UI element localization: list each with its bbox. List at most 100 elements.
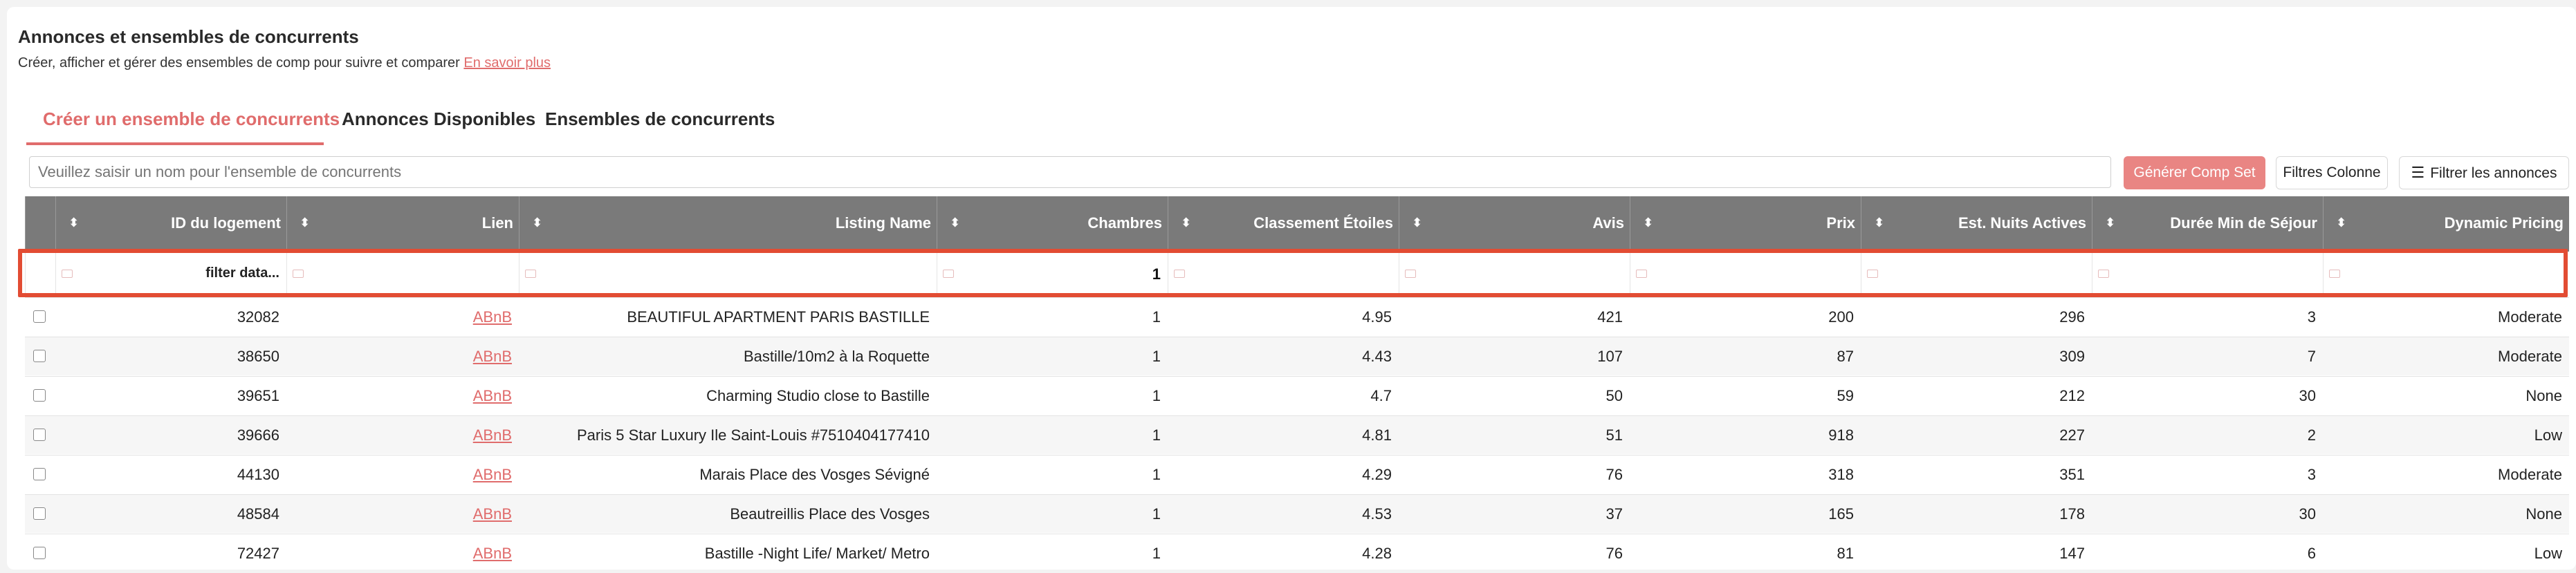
cell-reviews: 50 bbox=[1606, 387, 1623, 404]
header-star-rating[interactable]: ⬍ Classement Étoiles bbox=[1168, 196, 1399, 252]
cell-star-rating: 4.81 bbox=[1362, 426, 1392, 444]
cell-reviews: 421 bbox=[1597, 308, 1623, 326]
cell-listing-name: Bastille/10m2 à la Roquette bbox=[743, 348, 930, 365]
cell-id: 39651 bbox=[237, 387, 279, 404]
sort-icon: ⬍ bbox=[1643, 216, 1654, 229]
cell-active-nights: 227 bbox=[2059, 426, 2085, 444]
cell-star-rating: 4.43 bbox=[1362, 348, 1392, 365]
page-title: Annonces et ensembles de concurrents bbox=[18, 26, 359, 47]
header-price[interactable]: ⬍ Prix bbox=[1630, 196, 1861, 252]
cell-star-rating: 4.7 bbox=[1370, 387, 1392, 404]
cell-min-stay: 2 bbox=[2307, 426, 2316, 444]
learn-more-link[interactable]: En savoir plus bbox=[463, 55, 551, 71]
table-row[interactable]: 32082 ABnB BEAUTIFUL APARTMENT PARIS BASTI… bbox=[25, 297, 2569, 336]
cell-id: 44130 bbox=[237, 466, 279, 483]
filter-listings-button[interactable]: ☰ Filtrer les annonces bbox=[2399, 156, 2569, 189]
cell-link[interactable]: ABnB bbox=[286, 416, 519, 455]
header-active-nights[interactable]: ⬍ Est. Nuits Actives bbox=[1861, 196, 2092, 252]
tab-create-comp-set[interactable]: Créer un ensemble de concurrents bbox=[43, 109, 340, 130]
cell-link[interactable]: ABnB bbox=[286, 298, 519, 337]
cell-active-nights: 178 bbox=[2059, 505, 2085, 523]
cell-price: 165 bbox=[1828, 505, 1854, 523]
column-filters-button[interactable]: Filtres Colonne bbox=[2276, 156, 2388, 189]
table-header: ⬍ ID du logement ⬍ Lien ⬍ Listing Name ⬍ Cha… bbox=[25, 196, 2569, 252]
row-checkbox[interactable] bbox=[33, 310, 46, 323]
cell-listing-name: Charming Studio close to Bastille bbox=[706, 387, 930, 404]
cell-bedrooms: 1 bbox=[1152, 505, 1161, 523]
cell-id: 72427 bbox=[237, 545, 279, 562]
header-checkbox-col bbox=[25, 196, 55, 252]
cell-dynamic-pricing: Low bbox=[2534, 545, 2562, 562]
cell-bedrooms: 1 bbox=[1152, 426, 1161, 444]
tab-available-listings[interactable]: Annonces Disponibles bbox=[342, 109, 535, 130]
cell-min-stay: 3 bbox=[2307, 308, 2316, 326]
cell-active-nights: 309 bbox=[2059, 348, 2085, 365]
table-row[interactable]: 38650 ABnB Bastille/10m2 à la Roquette 1 4.4… bbox=[25, 337, 2569, 375]
cell-price: 87 bbox=[1837, 348, 1854, 365]
sort-icon: ⬍ bbox=[2105, 216, 2116, 229]
cell-link[interactable]: ABnB bbox=[286, 337, 519, 376]
row-checkbox[interactable] bbox=[33, 507, 46, 520]
row-checkbox[interactable] bbox=[33, 547, 46, 559]
cell-listing-name: Beautreillis Place des Vosges bbox=[730, 505, 930, 523]
cell-bedrooms: 1 bbox=[1152, 466, 1161, 483]
header-reviews[interactable]: ⬍ Avis bbox=[1399, 196, 1630, 252]
cell-link[interactable]: ABnB bbox=[286, 377, 519, 415]
filter-listings-label: Filtrer les annonces bbox=[2430, 165, 2557, 181]
cell-min-stay: 30 bbox=[2299, 387, 2316, 404]
cell-star-rating: 4.29 bbox=[1362, 466, 1392, 483]
cell-price: 81 bbox=[1837, 545, 1854, 562]
header-id[interactable]: ⬍ ID du logement bbox=[55, 196, 286, 252]
cell-reviews: 76 bbox=[1606, 545, 1623, 562]
row-checkbox[interactable] bbox=[33, 429, 46, 441]
sort-icon: ⬍ bbox=[300, 216, 311, 229]
sort-icon: ⬍ bbox=[68, 216, 80, 229]
cell-listing-name: Marais Place des Vosges Sévigné bbox=[699, 466, 930, 483]
header-listing-name[interactable]: ⬍ Listing Name bbox=[519, 196, 937, 252]
cell-listing-name: Bastille -Night Life/ Market/ Metro bbox=[704, 545, 930, 562]
table-row[interactable]: 39666 ABnB Paris 5 Star Luxury Ile Saint-L… bbox=[25, 415, 2569, 454]
cell-id: 39666 bbox=[237, 426, 279, 444]
cell-bedrooms: 1 bbox=[1152, 348, 1161, 365]
cell-id: 38650 bbox=[237, 348, 279, 365]
table-row[interactable]: 44130 ABnB Marais Place des Vosges Sévigné… bbox=[25, 455, 2569, 494]
header-dynamic-pricing[interactable]: ⬍ Dynamic Pricing bbox=[2323, 196, 2569, 252]
header-link[interactable]: ⬍ Lien bbox=[286, 196, 519, 252]
row-checkbox[interactable] bbox=[33, 468, 46, 480]
cell-dynamic-pricing: Moderate bbox=[2498, 348, 2562, 365]
cell-dynamic-pricing: None bbox=[2526, 387, 2562, 404]
cell-reviews: 51 bbox=[1606, 426, 1623, 444]
row-checkbox[interactable] bbox=[33, 389, 46, 402]
tab-comp-sets[interactable]: Ensembles de concurrents bbox=[545, 109, 775, 130]
cell-bedrooms: 1 bbox=[1152, 308, 1161, 326]
cell-dynamic-pricing: Moderate bbox=[2498, 308, 2562, 326]
sort-icon: ⬍ bbox=[1412, 216, 1423, 229]
comp-set-name-input[interactable] bbox=[29, 156, 2111, 188]
sort-icon: ⬍ bbox=[2336, 216, 2347, 229]
sort-icon: ⬍ bbox=[1181, 216, 1192, 229]
generate-comp-set-button[interactable]: Générer Comp Set bbox=[2124, 156, 2265, 189]
cell-active-nights: 147 bbox=[2059, 545, 2085, 562]
cell-dynamic-pricing: Moderate bbox=[2498, 466, 2562, 483]
cell-reviews: 76 bbox=[1606, 466, 1623, 483]
header-min-stay[interactable]: ⬍ Durée Min de Séjour bbox=[2092, 196, 2323, 252]
table-row[interactable]: 72427 ABnB Bastille -Night Life/ Market/ M… bbox=[25, 534, 2569, 572]
header-bedrooms[interactable]: ⬍ Chambres bbox=[937, 196, 1168, 252]
cell-active-nights: 296 bbox=[2059, 308, 2085, 326]
cell-listing-name: Paris 5 Star Luxury Ile Saint-Louis #751… bbox=[576, 426, 930, 444]
cell-bedrooms: 1 bbox=[1152, 387, 1161, 404]
cell-link[interactable]: ABnB bbox=[286, 534, 519, 573]
sort-icon: ⬍ bbox=[950, 216, 961, 229]
table-row[interactable]: 39651 ABnB Charming Studio close to Bastil… bbox=[25, 376, 2569, 415]
active-tab-underline bbox=[26, 142, 324, 145]
cell-id: 32082 bbox=[237, 308, 279, 326]
cell-listing-name: BEAUTIFUL APARTMENT PARIS BASTILLE bbox=[627, 308, 930, 326]
tabs: Créer un ensemble de concurrents Annonce… bbox=[18, 97, 2564, 145]
page-subtitle: Créer, afficher et gérer des ensembles d… bbox=[18, 55, 551, 71]
cell-min-stay: 6 bbox=[2307, 545, 2316, 562]
cell-link[interactable]: ABnB bbox=[286, 495, 519, 534]
row-checkbox[interactable] bbox=[33, 350, 46, 362]
cell-link[interactable]: ABnB bbox=[286, 455, 519, 494]
cell-active-nights: 212 bbox=[2059, 387, 2085, 404]
table-row[interactable]: 48584 ABnB Beautreillis Place des Vosges 1 4… bbox=[25, 494, 2569, 533]
